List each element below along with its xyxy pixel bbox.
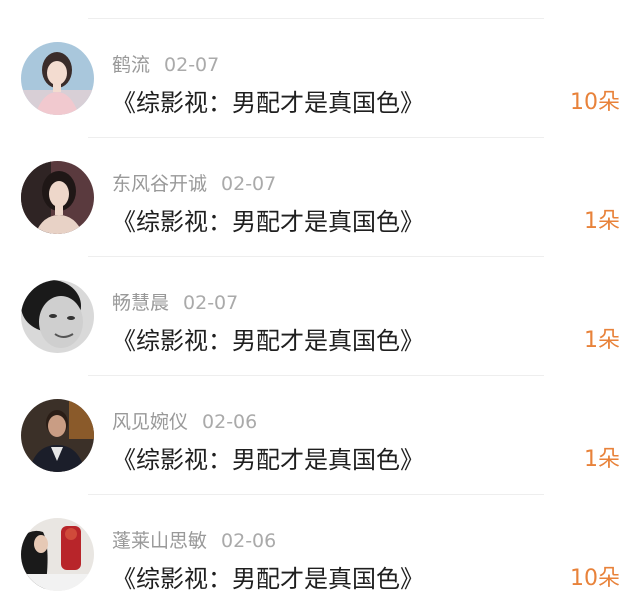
flower-count: 1朵 (584, 209, 620, 234)
list-item[interactable]: 畅慧晨 02-07 《综影视：男配才是真国色》 1朵 (0, 257, 640, 376)
user-name[interactable]: 东风谷开诚 (112, 173, 207, 195)
comment-meta: 风见婉仪 02-06 (112, 408, 257, 436)
list-item[interactable]: 东风谷开诚 02-07 《综影视：男配才是真国色》 1朵 (0, 138, 640, 257)
list-item[interactable]: 风见婉仪 02-06 《综影视：男配才是真国色》 1朵 (0, 376, 640, 495)
book-title[interactable]: 《综影视：男配才是真国色》 (112, 442, 424, 478)
flower-count: 1朵 (584, 328, 620, 353)
list-item[interactable]: 蓬莱山思敏 02-06 《综影视：男配才是真国色》 10朵 (0, 495, 640, 608)
comment-date: 02-06 (202, 411, 258, 433)
book-title[interactable]: 《综影视：男配才是真国色》 (112, 204, 424, 240)
user-name[interactable]: 风见婉仪 (112, 411, 188, 433)
flower-count: 1朵 (584, 447, 620, 472)
user-name[interactable]: 畅慧晨 (112, 292, 169, 314)
comment-date: 02-07 (183, 292, 239, 314)
avatar[interactable] (21, 280, 94, 353)
avatar[interactable] (21, 518, 94, 591)
list-item[interactable]: 鹤流 02-07 《综影视：男配才是真国色》 10朵 (0, 19, 640, 138)
comment-meta: 鹤流 02-07 (112, 51, 219, 79)
avatar[interactable] (21, 42, 94, 115)
user-name[interactable]: 蓬莱山思敏 (112, 530, 207, 552)
user-name[interactable]: 鹤流 (112, 54, 150, 76)
book-title[interactable]: 《综影视：男配才是真国色》 (112, 85, 424, 121)
book-title[interactable]: 《综影视：男配才是真国色》 (112, 561, 424, 597)
avatar[interactable] (21, 399, 94, 472)
book-title[interactable]: 《综影视：男配才是真国色》 (112, 323, 424, 359)
comment-meta: 东风谷开诚 02-07 (112, 170, 276, 198)
flower-count: 10朵 (570, 90, 620, 115)
gift-comment-list: 鹤流 02-07 《综影视：男配才是真国色》 10朵 东风谷开诚 02-07 《综影… (0, 0, 640, 608)
comment-date: 02-07 (221, 173, 277, 195)
comment-date: 02-06 (221, 530, 277, 552)
comment-meta: 蓬莱山思敏 02-06 (112, 527, 276, 555)
flower-count: 10朵 (570, 566, 620, 591)
avatar[interactable] (21, 161, 94, 234)
comment-date: 02-07 (164, 54, 220, 76)
comment-meta: 畅慧晨 02-07 (112, 289, 238, 317)
